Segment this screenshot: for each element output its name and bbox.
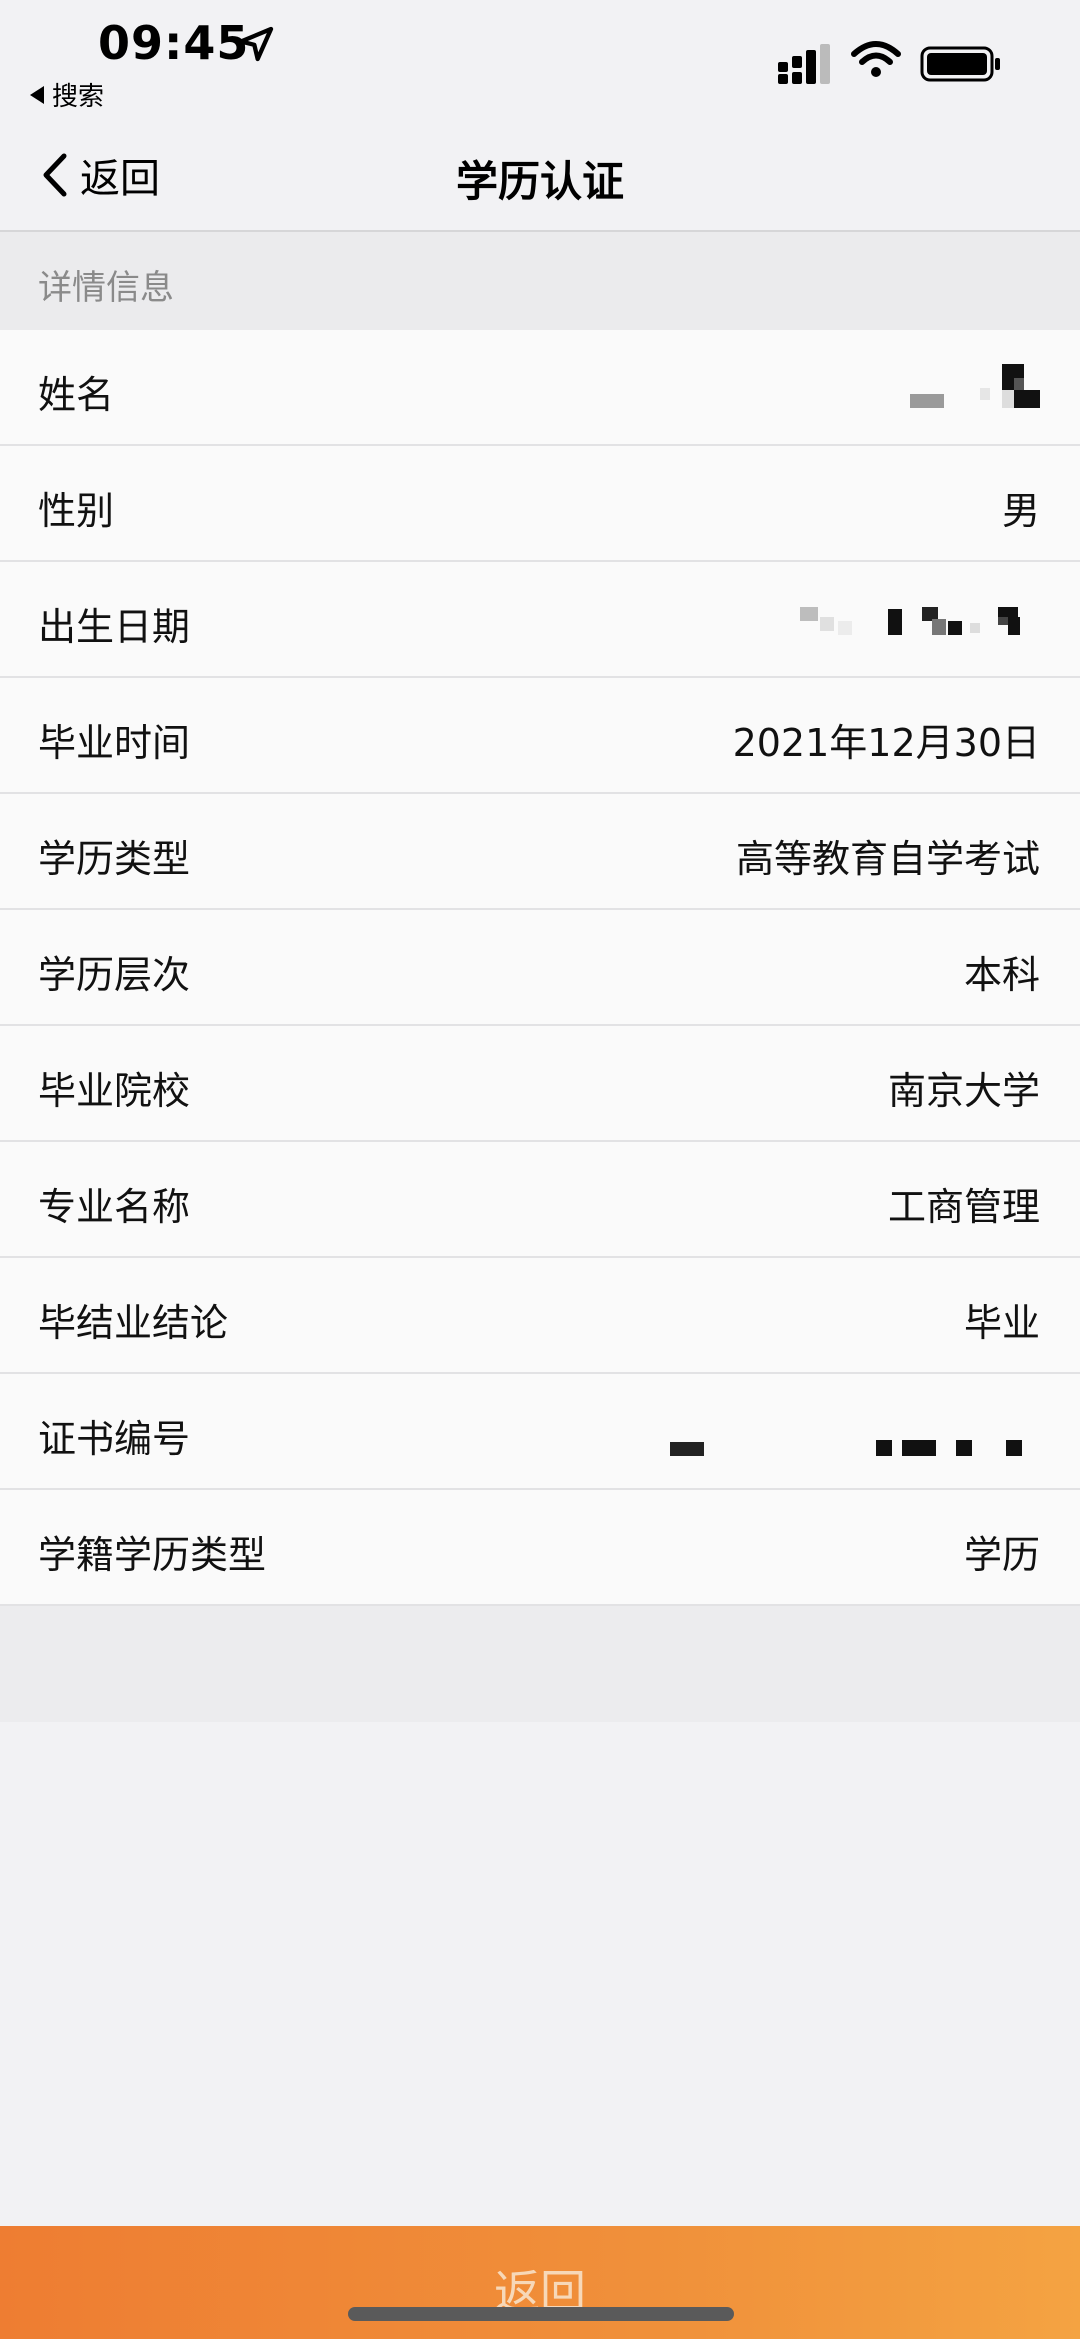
row-label: 学历类型 (38, 837, 191, 881)
redacted-mosaic (670, 1440, 1022, 1456)
row-label: 学籍学历类型 (38, 1533, 267, 1577)
row-value: 男 (1001, 489, 1040, 533)
bottom-back-button[interactable]: 返回 (0, 2226, 1080, 2339)
status-bar: 09:45 搜索 (0, 0, 1080, 118)
detail-row-graduation-date: 毕业时间 2021年12月30日 (0, 678, 1080, 794)
back-to-app-link[interactable]: 搜索 (30, 76, 104, 113)
row-value: 工商管理 (887, 1185, 1040, 1229)
detail-list: 姓名 性别 男 出生日期 毕业时间 2021年12月30日 学历类型 高等教育自… (0, 330, 1080, 1606)
detail-row-education-type: 学历类型 高等教育自学考试 (0, 794, 1080, 910)
row-label: 性别 (38, 489, 115, 533)
section-header: 详情信息 (0, 232, 1080, 330)
home-indicator (348, 2307, 734, 2321)
detail-row-gender: 性别 男 (0, 446, 1080, 562)
row-label: 出生日期 (38, 605, 191, 649)
page-title: 学历认证 (455, 157, 624, 206)
row-label: 学历层次 (38, 953, 191, 997)
location-arrow-icon (238, 26, 274, 62)
back-triangle-icon (30, 85, 44, 104)
status-time: 09:45 (98, 16, 250, 70)
row-value: 学历 (963, 1533, 1040, 1577)
cellular-signal-icon (778, 44, 830, 84)
detail-row-major: 专业名称 工商管理 (0, 1142, 1080, 1258)
back-to-app-label: 搜索 (52, 82, 105, 112)
row-value: 2021年12月30日 (732, 721, 1040, 765)
row-label: 专业名称 (38, 1185, 191, 1229)
row-label: 毕业时间 (38, 721, 191, 765)
row-value: 南京大学 (887, 1069, 1040, 1113)
detail-row-birthdate: 出生日期 (0, 562, 1080, 678)
redacted-mosaic (910, 364, 1040, 408)
row-label: 毕结业结论 (38, 1301, 229, 1345)
detail-row-certificate-number: 证书编号 (0, 1374, 1080, 1490)
detail-row-education-level: 学历层次 本科 (0, 910, 1080, 1026)
section-title: 详情信息 (38, 268, 174, 308)
detail-row-record-type: 学籍学历类型 学历 (0, 1490, 1080, 1606)
row-value: 毕业 (963, 1301, 1040, 1345)
detail-row-conclusion: 毕结业结论 毕业 (0, 1258, 1080, 1374)
row-label: 姓名 (38, 373, 115, 417)
row-value: 高等教育自学考试 (735, 837, 1040, 881)
detail-row-school: 毕业院校 南京大学 (0, 1026, 1080, 1142)
row-label: 证书编号 (38, 1417, 191, 1461)
battery-icon (920, 46, 1000, 82)
redacted-mosaic (800, 607, 1020, 635)
nav-bar: 返回 学历认证 (0, 118, 1080, 230)
row-value: 本科 (963, 953, 1040, 997)
detail-row-name: 姓名 (0, 330, 1080, 446)
wifi-icon (851, 41, 901, 77)
row-label: 毕业院校 (38, 1069, 191, 1113)
footer-spacer-band (0, 1606, 1080, 1722)
